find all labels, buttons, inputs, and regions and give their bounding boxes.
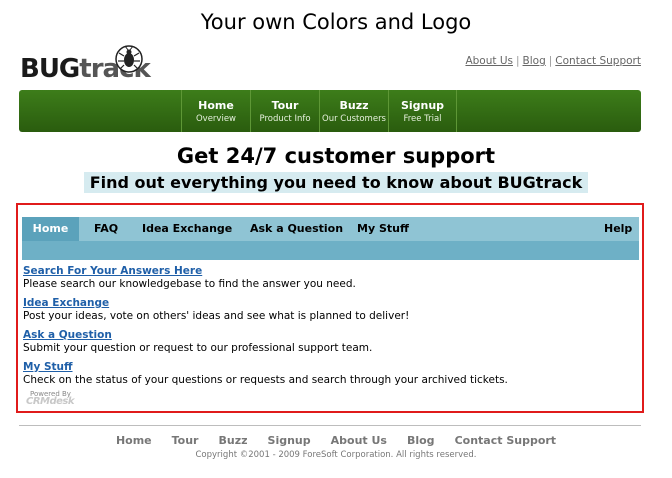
nav-buzz[interactable]: Buzz Our Customers xyxy=(319,90,388,132)
bug-icon xyxy=(115,45,143,73)
footer-link-buzz[interactable]: Buzz xyxy=(218,434,247,447)
support-portal-frame: Home FAQ Idea Exchange Ask a Question My… xyxy=(16,203,644,413)
powered-by-logo[interactable]: Powered By CRMdesk xyxy=(26,390,82,408)
footer-divider xyxy=(19,425,641,426)
list-item: My Stuff Check on the status of your que… xyxy=(23,361,508,387)
link-separator: | xyxy=(548,55,553,67)
nav-label: Home xyxy=(198,99,234,112)
idea-exchange-link[interactable]: Idea Exchange xyxy=(23,297,508,310)
main-navbar: Home Overview Tour Product Info Buzz Our… xyxy=(19,90,641,132)
footer-link-blog[interactable]: Blog xyxy=(407,434,435,447)
footer-link-about-us[interactable]: About Us xyxy=(331,434,387,447)
tab-idea-exchange[interactable]: Idea Exchange xyxy=(142,217,232,241)
footer-link-tour[interactable]: Tour xyxy=(172,434,199,447)
footer-link-home[interactable]: Home xyxy=(116,434,152,447)
search-answers-link[interactable]: Search For Your Answers Here xyxy=(23,265,508,278)
list-item: Idea Exchange Post your ideas, vote on o… xyxy=(23,297,508,323)
nav-sublabel: Overview xyxy=(195,114,237,124)
nav-label: Signup xyxy=(400,99,445,112)
tab-content-strip xyxy=(22,241,639,260)
nav-tour[interactable]: Tour Product Info xyxy=(250,90,319,132)
blog-link[interactable]: Blog xyxy=(523,55,546,67)
entry-description: Check on the status of your questions or… xyxy=(23,374,508,386)
ask-question-link[interactable]: Ask a Question xyxy=(23,329,508,342)
top-links: About Us | Blog | Contact Support xyxy=(465,55,641,67)
page-headline: Get 24/7 customer support xyxy=(176,144,496,168)
nav-label: Tour xyxy=(271,99,299,112)
portal-tab-bar: Home FAQ Idea Exchange Ask a Question My… xyxy=(22,217,639,241)
footer-link-contact-support[interactable]: Contact Support xyxy=(455,434,557,447)
tab-ask-a-question[interactable]: Ask a Question xyxy=(250,217,343,241)
list-item: Ask a Question Submit your question or r… xyxy=(23,329,508,355)
tab-faq[interactable]: FAQ xyxy=(94,217,118,241)
contact-support-link[interactable]: Contact Support xyxy=(555,55,641,67)
nav-label: Buzz xyxy=(339,99,369,112)
nav-sublabel: Product Info xyxy=(259,114,311,124)
my-stuff-link[interactable]: My Stuff xyxy=(23,361,508,374)
entry-description: Submit your question or request to our p… xyxy=(23,342,373,354)
bugtrack-logo[interactable]: BUGtrack xyxy=(20,44,151,88)
footer-link-signup[interactable]: Signup xyxy=(268,434,311,447)
nav-sublabel: Free Trial xyxy=(403,114,442,124)
portal-entries: Search For Your Answers Here Please sear… xyxy=(23,265,508,393)
entry-description: Post your ideas, vote on others' ideas a… xyxy=(23,310,410,322)
nav-signup[interactable]: Signup Free Trial xyxy=(388,90,457,132)
page-subheadline: Find out everything you need to know abo… xyxy=(83,172,589,193)
nav-home[interactable]: Home Overview xyxy=(181,90,250,132)
entry-description: Please search our knowledgebase to find … xyxy=(23,278,356,290)
tab-home[interactable]: Home xyxy=(22,217,79,241)
about-us-link[interactable]: About Us xyxy=(465,55,513,67)
tab-help[interactable]: Help xyxy=(604,217,632,241)
link-separator: | xyxy=(515,55,520,67)
logo-bug-text: BUG xyxy=(20,54,80,84)
copyright-text: Copyright ©2001 - 2009 ForeSoft Corporat… xyxy=(195,450,477,460)
footer-links: Home Tour Buzz Signup About Us Blog Contact Su… xyxy=(0,434,672,447)
page-caption: Your own Colors and Logo xyxy=(200,10,472,34)
tab-my-stuff[interactable]: My Stuff xyxy=(357,217,409,241)
crmdesk-brand: CRMdesk xyxy=(26,396,75,407)
list-item: Search For Your Answers Here Please sear… xyxy=(23,265,508,291)
nav-sublabel: Our Customers xyxy=(322,114,386,124)
